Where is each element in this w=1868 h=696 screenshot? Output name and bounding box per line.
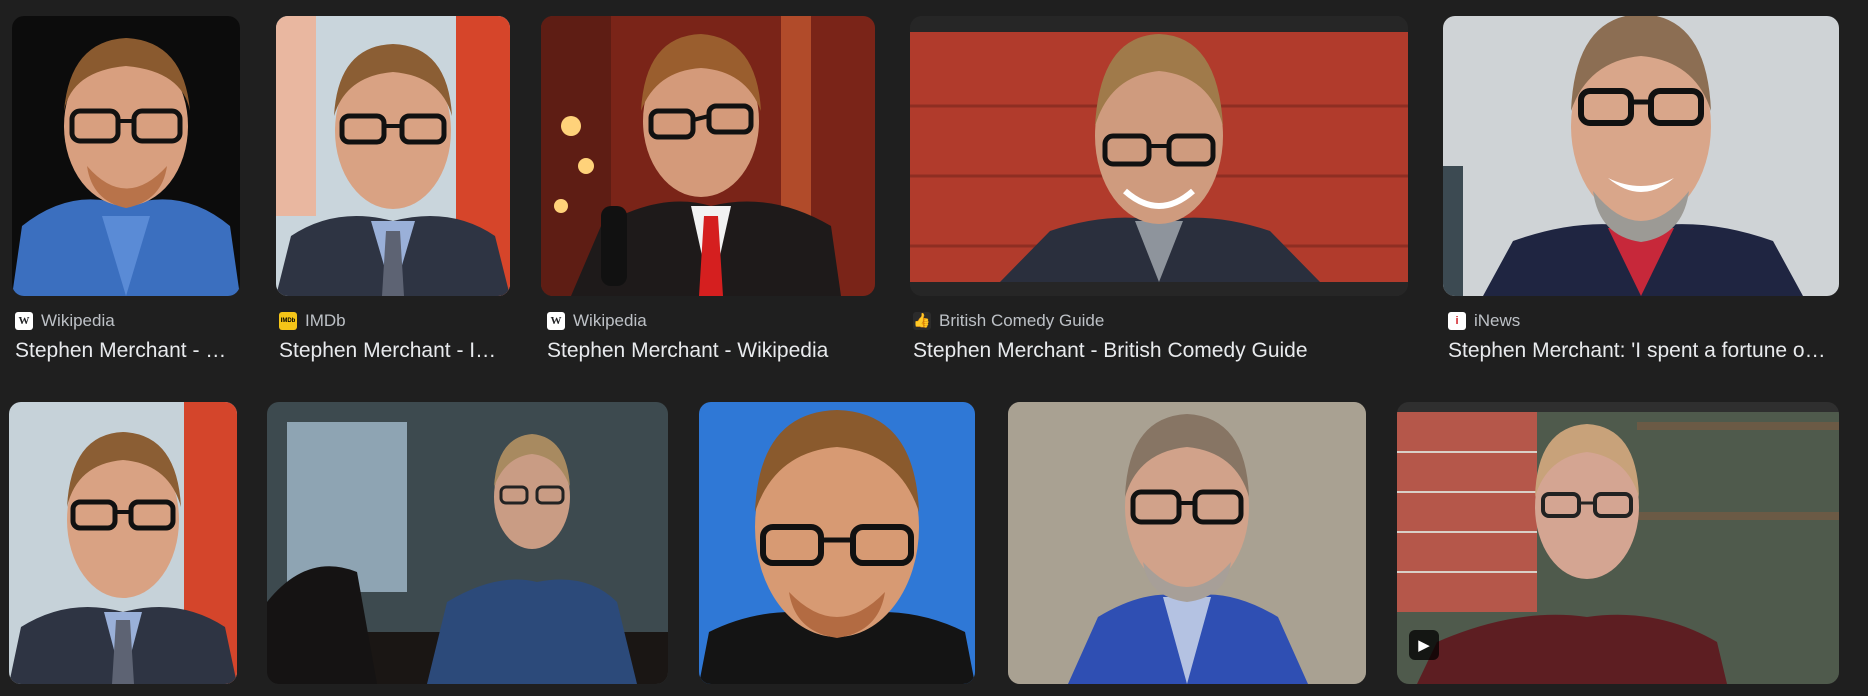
result-source[interactable]: 👍 British Comedy Guide — [913, 311, 1104, 331]
source-name: Wikipedia — [41, 311, 115, 330]
result-source[interactable]: IMDb IMDb — [279, 311, 346, 331]
result-image[interactable] — [699, 402, 975, 684]
result-image[interactable] — [541, 16, 875, 296]
result-image[interactable] — [1443, 16, 1839, 296]
result-image[interactable] — [910, 16, 1408, 296]
source-name: British Comedy Guide — [939, 311, 1105, 330]
result-title[interactable]: Stephen Merchant: 'I spent a fortune on … — [1448, 339, 1832, 363]
video-play-icon: ▶ — [1409, 630, 1439, 660]
result-image[interactable] — [267, 402, 668, 684]
source-name: IMDb — [305, 311, 346, 330]
result-image[interactable] — [9, 402, 237, 684]
inews-icon: i — [1448, 312, 1466, 330]
result-image[interactable] — [276, 16, 510, 296]
result-image[interactable] — [12, 16, 240, 296]
source-name: iNews — [1474, 311, 1521, 330]
result-title[interactable]: Stephen Merchant - British Comedy Guide — [913, 339, 1403, 363]
source-name: Wikipedia — [573, 311, 647, 330]
result-source[interactable]: W Wikipedia — [15, 311, 115, 331]
result-title[interactable]: Stephen Merchant - Wikipedia — [15, 339, 239, 363]
video-result-thumbnail[interactable]: ▶ — [1397, 402, 1839, 684]
result-title[interactable]: Stephen Merchant - IMDb — [279, 339, 503, 363]
imdb-icon: IMDb — [279, 312, 297, 330]
result-image[interactable] — [1008, 402, 1366, 684]
british-comedy-guide-icon: 👍 — [913, 312, 931, 330]
result-source[interactable]: W Wikipedia — [547, 311, 647, 331]
result-source[interactable]: i iNews — [1448, 311, 1520, 331]
result-title[interactable]: Stephen Merchant - Wikipedia — [547, 339, 867, 363]
image-results-grid: W Wikipedia Stephen Merchant - Wikipedia… — [0, 0, 1868, 696]
wikipedia-icon: W — [547, 312, 565, 330]
wikipedia-icon: W — [15, 312, 33, 330]
